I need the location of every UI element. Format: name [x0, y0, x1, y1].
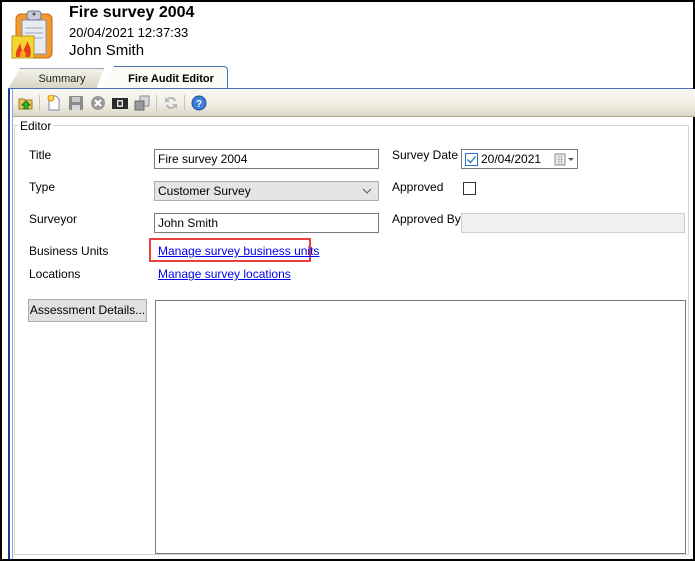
new-document-icon[interactable] — [45, 94, 63, 112]
tab-fire-audit-editor-label: Fire Audit Editor — [128, 73, 214, 85]
svg-text:?: ? — [196, 99, 202, 110]
editor-group-label: Editor — [18, 119, 54, 133]
tab-summary[interactable]: Summary — [8, 68, 104, 89]
approved-label: Approved — [392, 180, 444, 194]
assessment-details-button[interactable]: Assessment Details... — [28, 299, 147, 322]
toolbar: ? — [13, 89, 695, 117]
refresh-icon[interactable] — [162, 94, 180, 112]
survey-date-label: Survey Date — [392, 148, 459, 162]
copy-icon[interactable] — [133, 94, 151, 112]
record-datetime: 20/04/2021 12:37:33 — [69, 25, 189, 40]
delete-icon[interactable] — [89, 94, 107, 112]
tab-fire-audit-editor[interactable]: Fire Audit Editor — [102, 66, 228, 90]
surveyor-input[interactable]: John Smith — [154, 213, 379, 233]
window-frame: Fire survey 2004 20/04/2021 12:37:33 Joh… — [0, 0, 695, 561]
survey-date-value: 20/04/2021 — [481, 152, 542, 166]
type-select-value: Customer Survey — [158, 184, 251, 198]
type-label: Type — [29, 180, 56, 194]
manage-locations-link[interactable]: Manage survey locations — [158, 267, 291, 281]
tab-bar: Summary Fire Audit Editor — [2, 66, 693, 90]
assessment-details-textarea[interactable] — [155, 300, 686, 554]
fire-survey-clipboard-icon — [10, 8, 58, 60]
approved-by-input[interactable] — [461, 213, 685, 233]
help-icon[interactable]: ? — [190, 94, 208, 112]
title-input[interactable]: Fire survey 2004 — [154, 149, 379, 169]
camera-icon[interactable] — [111, 94, 129, 112]
toolbar-separator — [184, 95, 185, 111]
type-select[interactable]: Customer Survey — [154, 181, 379, 201]
chevron-down-icon — [362, 188, 372, 194]
manage-business-units-link[interactable]: Manage survey business units — [158, 244, 319, 258]
open-folder-icon[interactable] — [17, 94, 35, 112]
editor-panel: ? Editor Title Fire survey 2004 Type Cus… — [8, 89, 695, 559]
save-icon[interactable] — [67, 94, 85, 112]
title-label: Title — [29, 148, 52, 162]
record-title: Fire survey 2004 — [69, 4, 195, 21]
approved-checkbox[interactable] — [463, 182, 476, 195]
record-user: John Smith — [69, 42, 145, 59]
editor-group: Editor Title Fire survey 2004 Type Custo… — [14, 119, 689, 555]
survey-date-picker[interactable]: 20/04/2021 — [461, 149, 578, 169]
tab-summary-label: Summary — [38, 73, 86, 85]
approved-by-label: Approved By — [392, 212, 461, 226]
calendar-dropdown-icon[interactable] — [554, 153, 576, 166]
toolbar-separator — [156, 95, 157, 111]
toolbar-separator — [39, 95, 40, 111]
surveyor-label: Surveyor — [29, 212, 78, 226]
locations-label: Locations — [29, 267, 81, 281]
survey-date-checkbox-icon[interactable] — [465, 153, 478, 166]
record-header: Fire survey 2004 20/04/2021 12:37:33 Joh… — [2, 2, 693, 66]
business-units-label: Business Units — [29, 244, 109, 258]
